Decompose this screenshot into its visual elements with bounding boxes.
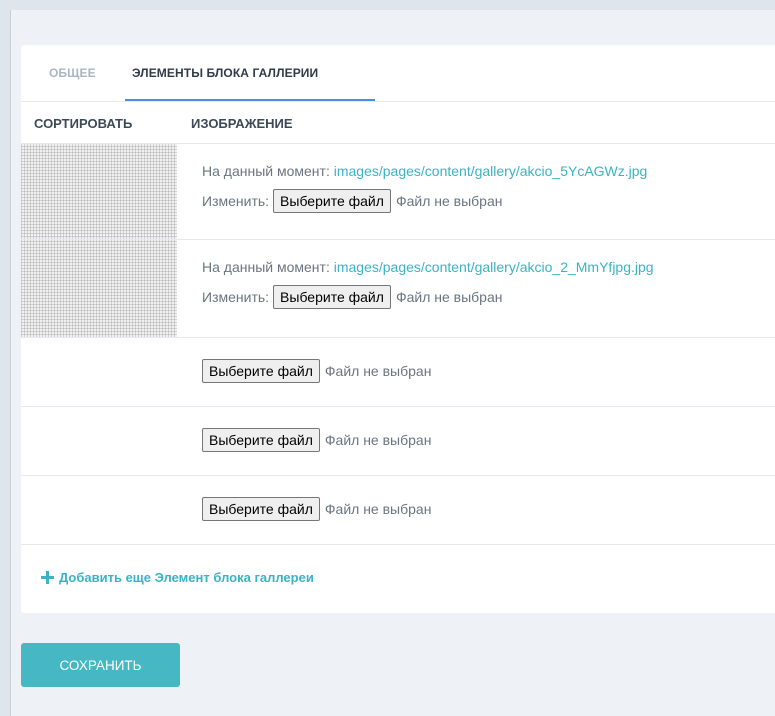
add-gallery-item-link[interactable]: Добавить еще Элемент блока галлереи bbox=[41, 570, 314, 585]
file-status: Файл не выбран bbox=[324, 501, 432, 517]
current-file-link[interactable]: images/pages/content/gallery/akcio_5YcAG… bbox=[334, 163, 648, 179]
current-file-label: На данный момент: bbox=[202, 259, 330, 275]
choose-file-button[interactable]: Выберите файл bbox=[202, 497, 320, 521]
file-upload: Выберите файл Файл не выбран bbox=[202, 359, 431, 383]
save-button[interactable]: СОХРАНИТЬ bbox=[21, 643, 180, 687]
gallery-item-row: На данный момент: images/pages/content/g… bbox=[21, 143, 775, 240]
change-file-line: Изменить: Выберите файл Файл не выбран bbox=[202, 285, 502, 309]
add-gallery-item-label: Добавить еще Элемент блока галлереи bbox=[59, 570, 314, 585]
file-status: Файл не выбран bbox=[395, 193, 503, 209]
file-upload: Выберите файл Файл не выбран bbox=[202, 497, 431, 521]
column-header-sort: СОРТИРОВАТЬ bbox=[34, 116, 133, 131]
current-file-link[interactable]: images/pages/content/gallery/akcio_2_MmY… bbox=[334, 259, 654, 275]
choose-file-button[interactable]: Выберите файл bbox=[273, 189, 391, 213]
tab-general[interactable]: ОБЩЕЕ bbox=[49, 66, 96, 80]
file-status: Файл не выбран bbox=[324, 432, 432, 448]
choose-file-button[interactable]: Выберите файл bbox=[273, 285, 391, 309]
gallery-item-row-empty: Выберите файл Файл не выбран bbox=[21, 406, 775, 476]
tab-gallery-elements[interactable]: ЭЛЕМЕНТЫ БЛОКА ГАЛЛЕРИИ bbox=[132, 66, 318, 80]
active-tab-indicator bbox=[125, 99, 375, 101]
file-upload: Выберите файл Файл не выбран bbox=[202, 428, 431, 452]
gallery-item-row-empty: Выберите файл Файл не выбран bbox=[21, 337, 775, 407]
gallery-item-row-empty: Выберите файл Файл не выбран bbox=[21, 475, 775, 545]
gallery-panel: ОБЩЕЕ ЭЛЕМЕНТЫ БЛОКА ГАЛЛЕРИИ СОРТИРОВАТ… bbox=[21, 45, 775, 613]
gallery-item-row: На данный момент: images/pages/content/g… bbox=[21, 239, 775, 338]
change-file-label: Изменить: bbox=[202, 193, 270, 209]
column-header-image: ИЗОБРАЖЕНИЕ bbox=[191, 116, 293, 131]
current-file-line: На данный момент: images/pages/content/g… bbox=[202, 259, 654, 275]
file-status: Файл не выбран bbox=[395, 289, 503, 305]
left-divider bbox=[10, 10, 11, 716]
choose-file-button[interactable]: Выберите файл bbox=[202, 428, 320, 452]
tab-bar: ОБЩЕЕ ЭЛЕМЕНТЫ БЛОКА ГАЛЛЕРИИ bbox=[21, 45, 775, 102]
current-file-label: На данный момент: bbox=[202, 163, 330, 179]
current-file-line: На данный момент: images/pages/content/g… bbox=[202, 163, 647, 179]
left-band bbox=[0, 10, 10, 716]
add-item-row: Добавить еще Элемент блока галлереи bbox=[21, 544, 775, 614]
image-thumbnail bbox=[21, 240, 177, 338]
top-band bbox=[0, 0, 775, 10]
image-thumbnail bbox=[21, 144, 177, 240]
change-file-line: Изменить: Выберите файл Файл не выбран bbox=[202, 189, 502, 213]
change-file-label: Изменить: bbox=[202, 289, 270, 305]
choose-file-button[interactable]: Выберите файл bbox=[202, 359, 320, 383]
file-status: Файл не выбран bbox=[324, 363, 432, 379]
plus-icon bbox=[41, 571, 54, 584]
